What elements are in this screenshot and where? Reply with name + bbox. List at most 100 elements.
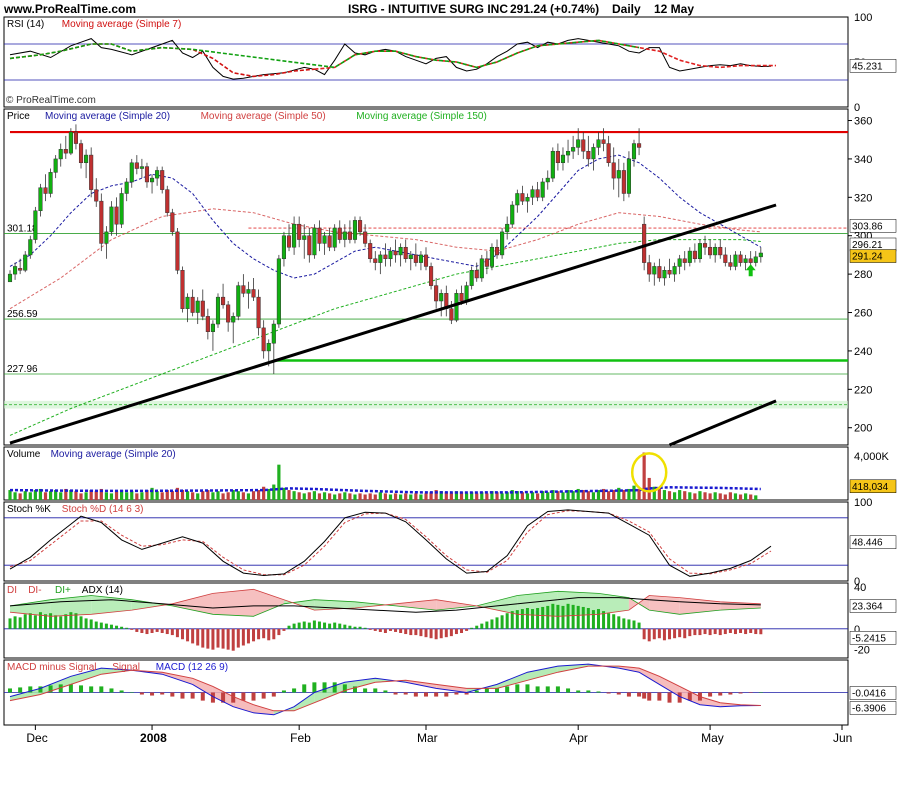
macd-hist-bar — [454, 692, 459, 695]
candle — [210, 323, 215, 332]
macd-hist-bar — [626, 692, 631, 697]
volume-bar — [449, 493, 453, 500]
adx-hist-bar — [49, 613, 53, 629]
volume-legend-1: Moving average (Simple 20) — [51, 449, 176, 460]
candle — [89, 154, 94, 190]
candle — [317, 227, 322, 244]
candle — [149, 177, 155, 183]
macd-hist-bar — [312, 682, 317, 693]
price-tick-320: 320 — [854, 192, 872, 204]
volume-bar — [419, 494, 423, 500]
candle — [383, 254, 388, 260]
adx-hist-bar — [358, 626, 362, 629]
candle — [160, 170, 165, 190]
adx-hist-bar — [429, 628, 433, 639]
volume-bar — [191, 492, 195, 500]
macd-hist-bar — [515, 684, 520, 693]
candle — [591, 147, 596, 160]
adx-hist-bar — [744, 628, 748, 635]
volume-bar — [241, 492, 245, 500]
watermark: © ProRealTime.com — [6, 95, 96, 106]
volume-bar — [388, 494, 393, 500]
candle — [459, 293, 464, 302]
candle — [347, 231, 352, 240]
volume-bar — [713, 492, 717, 500]
macd-hist-bar — [505, 686, 510, 693]
adx-fill — [212, 589, 254, 617]
candle — [403, 246, 408, 260]
adx-hist-bar — [546, 605, 550, 629]
volume-bar — [718, 493, 722, 500]
candle — [413, 254, 418, 263]
macd-hist-bar — [292, 688, 297, 693]
price-legend-0: Price — [7, 111, 30, 122]
candle — [114, 206, 119, 225]
candle — [713, 246, 718, 256]
candle — [677, 258, 682, 267]
adx-hist-bar — [160, 628, 164, 633]
volume-bar — [698, 491, 702, 500]
adx-hist-bar — [637, 622, 641, 629]
volume-bar — [754, 495, 758, 500]
macd-hist-bar — [403, 692, 408, 695]
macd-hist-bar — [281, 690, 286, 693]
adx-hist-bar — [409, 628, 413, 636]
adx-hist-bar — [38, 612, 42, 629]
macd-hist-bar — [434, 692, 439, 697]
candle — [327, 235, 332, 248]
macd-hist-bar — [606, 692, 611, 694]
adx-hist-bar — [196, 628, 200, 646]
candle — [236, 285, 241, 317]
adx-hist-bar — [150, 628, 154, 633]
candle — [195, 300, 200, 313]
adx-hist-bar — [69, 612, 73, 629]
adx-hist-bar — [607, 613, 611, 629]
volume-bar — [262, 486, 266, 500]
candle — [165, 189, 170, 213]
volume-bar — [343, 492, 347, 500]
adx-hist-bar — [191, 628, 195, 644]
adx-hist-bar — [749, 628, 753, 633]
candle — [281, 235, 287, 260]
adx-hist-bar — [302, 621, 306, 629]
volume-bar — [170, 491, 174, 500]
volume-bar — [302, 493, 306, 500]
macd-hist-bar — [586, 690, 591, 693]
adx-hist-bar — [231, 628, 235, 651]
volume-bar — [363, 494, 367, 500]
macd-hist-bar — [119, 690, 124, 693]
adx-current: 23.364 — [852, 601, 883, 612]
volume-bar — [586, 491, 590, 500]
adx-hist-bar — [79, 616, 83, 629]
macd-hist-bar — [748, 692, 753, 693]
volume-bar — [678, 490, 682, 500]
adx-hist-bar — [419, 628, 423, 637]
macd-hist-bar — [180, 692, 185, 699]
candle — [540, 181, 545, 198]
adx-hist-bar — [439, 628, 443, 639]
macd-hist-bar — [495, 688, 500, 693]
candle — [708, 246, 713, 256]
adx-hist-bar — [703, 628, 707, 635]
candle — [418, 254, 423, 263]
macd-hist-bar — [413, 692, 418, 697]
candle — [469, 270, 474, 286]
level-label-1: 256.59 — [7, 309, 38, 320]
adx-hist-bar — [252, 628, 256, 642]
volume-bar — [738, 494, 743, 500]
x-tick-Jun: Jun — [833, 731, 852, 745]
candle — [723, 254, 728, 263]
candle — [626, 158, 631, 194]
adx-legend-0: DI — [7, 585, 17, 596]
candle — [576, 139, 581, 148]
candle — [129, 162, 134, 183]
adx-hist-bar — [211, 628, 215, 650]
adx-hist-bar — [145, 628, 149, 635]
volume-bar — [59, 492, 63, 500]
macd-hist-bar — [424, 692, 428, 697]
volume-bar — [140, 492, 144, 500]
candle — [18, 268, 23, 271]
adx-hist-bar — [632, 620, 636, 629]
candle — [621, 170, 626, 194]
candle — [652, 266, 657, 275]
